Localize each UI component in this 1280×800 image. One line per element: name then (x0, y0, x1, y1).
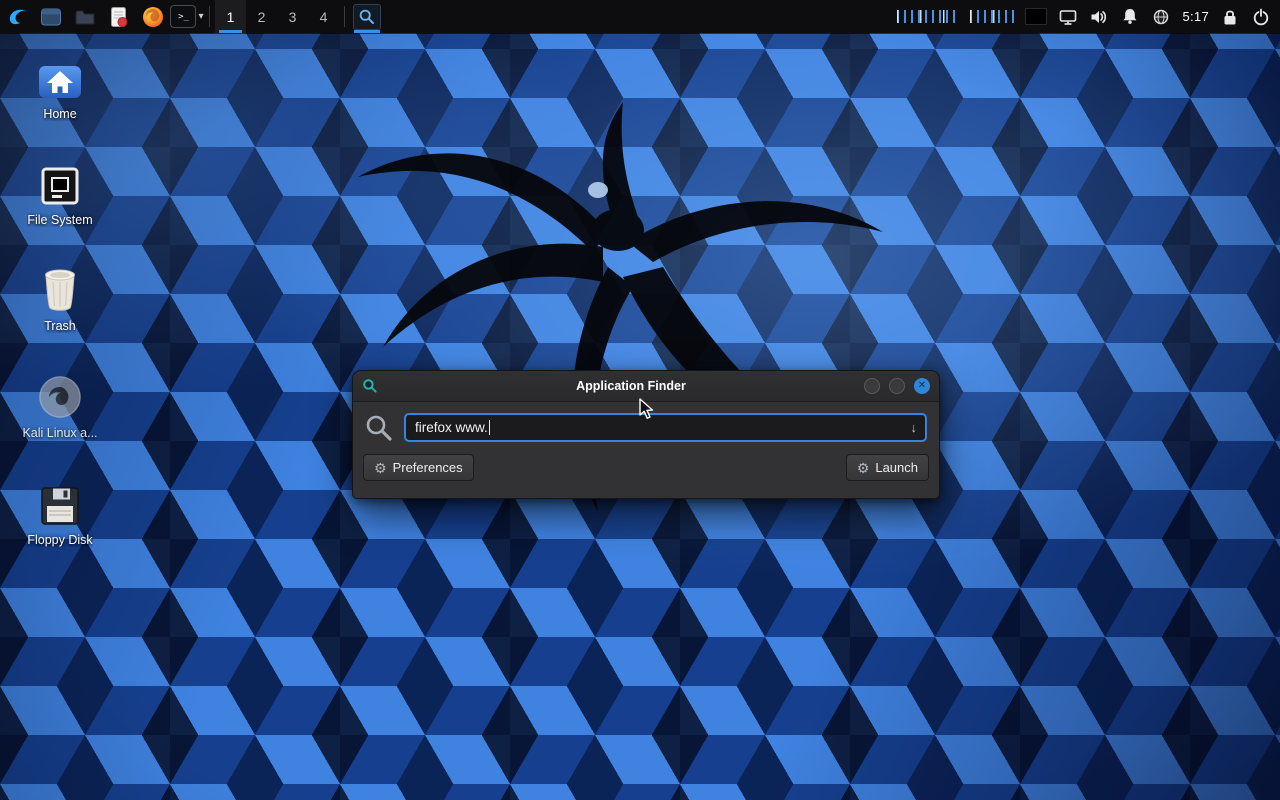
application-finder-window: Application Finder ✕ firefox www. ↓ ⚙ Pr… (352, 370, 940, 499)
desktop-icon-home[interactable]: Home (12, 56, 108, 121)
firefox-launcher[interactable] (136, 0, 170, 33)
window-title: Application Finder (413, 379, 849, 393)
desktop-icon-kali-docs[interactable]: Kali Linux a... (12, 375, 108, 440)
globe-icon[interactable] (1151, 7, 1171, 27)
launch-button[interactable]: ⚙ Launch (846, 454, 929, 481)
taskbar-application-finder[interactable] (350, 0, 384, 33)
system-tray: 5:17 (897, 0, 1280, 33)
text-editor-launcher[interactable] (102, 0, 136, 33)
workspace-2[interactable]: 2 (246, 0, 277, 33)
search-icon (358, 8, 376, 26)
kali-dragon-artwork (268, 82, 908, 582)
minimize-button[interactable] (864, 378, 880, 394)
search-input[interactable]: firefox www. ↓ (404, 413, 927, 442)
preferences-button[interactable]: ⚙ Preferences (363, 454, 474, 481)
terminal-icon: >_ (170, 5, 196, 28)
panel-clock[interactable]: 5:17 (1182, 9, 1209, 24)
panel-separator (344, 6, 345, 27)
search-icon (365, 414, 393, 442)
terminal-dropdown-caret-icon[interactable]: ▾ (198, 11, 203, 22)
file-manager-launcher[interactable] (34, 0, 68, 33)
workspace-3[interactable]: 3 (277, 0, 308, 33)
tray-plugin-box[interactable] (1025, 8, 1047, 25)
home-folder-icon (38, 64, 82, 100)
floppy-disk-icon (40, 486, 80, 526)
app-finder-window-icon (362, 378, 378, 394)
display-icon[interactable] (1058, 7, 1078, 27)
logout-power-icon[interactable] (1251, 7, 1271, 27)
activity-graph-icon[interactable] (970, 10, 1014, 23)
file-manager-icon (40, 6, 62, 28)
maximize-button[interactable] (889, 378, 905, 394)
workspace-4[interactable]: 4 (308, 0, 339, 33)
workspace-1[interactable]: 1 (215, 0, 246, 33)
text-editor-icon (109, 6, 129, 28)
top-panel: >_ ▾ 1 2 3 4 (0, 0, 1280, 33)
kali-menu-icon (6, 5, 29, 28)
folder-icon (74, 6, 96, 28)
folder-launcher[interactable] (68, 0, 102, 33)
firefox-icon (142, 6, 164, 28)
notifications-bell-icon[interactable] (1120, 7, 1140, 27)
file-system-icon (40, 166, 80, 206)
applications-menu-button[interactable] (0, 0, 34, 33)
desktop-icon-floppy-disk[interactable]: Floppy Disk (12, 482, 108, 547)
trash-can-icon (42, 268, 78, 312)
mouse-cursor (638, 398, 658, 420)
terminal-launcher[interactable]: >_ ▾ (170, 0, 204, 33)
volume-icon[interactable] (1089, 7, 1109, 27)
history-dropdown-arrow-icon[interactable]: ↓ (911, 420, 918, 435)
activity-graph-icon[interactable] (897, 10, 959, 23)
text-cursor (489, 420, 491, 435)
close-icon: ✕ (918, 381, 926, 391)
desktop-icon-trash[interactable]: Trash (12, 268, 108, 333)
launch-gear-icon: ⚙ (857, 461, 870, 475)
search-input-text: firefox www. (415, 420, 488, 435)
kali-badge-icon (38, 375, 82, 419)
close-button[interactable]: ✕ (914, 378, 930, 394)
panel-separator (209, 6, 210, 27)
gear-icon: ⚙ (374, 461, 387, 475)
lock-icon[interactable] (1220, 7, 1240, 27)
desktop-icon-file-system[interactable]: File System (12, 162, 108, 227)
